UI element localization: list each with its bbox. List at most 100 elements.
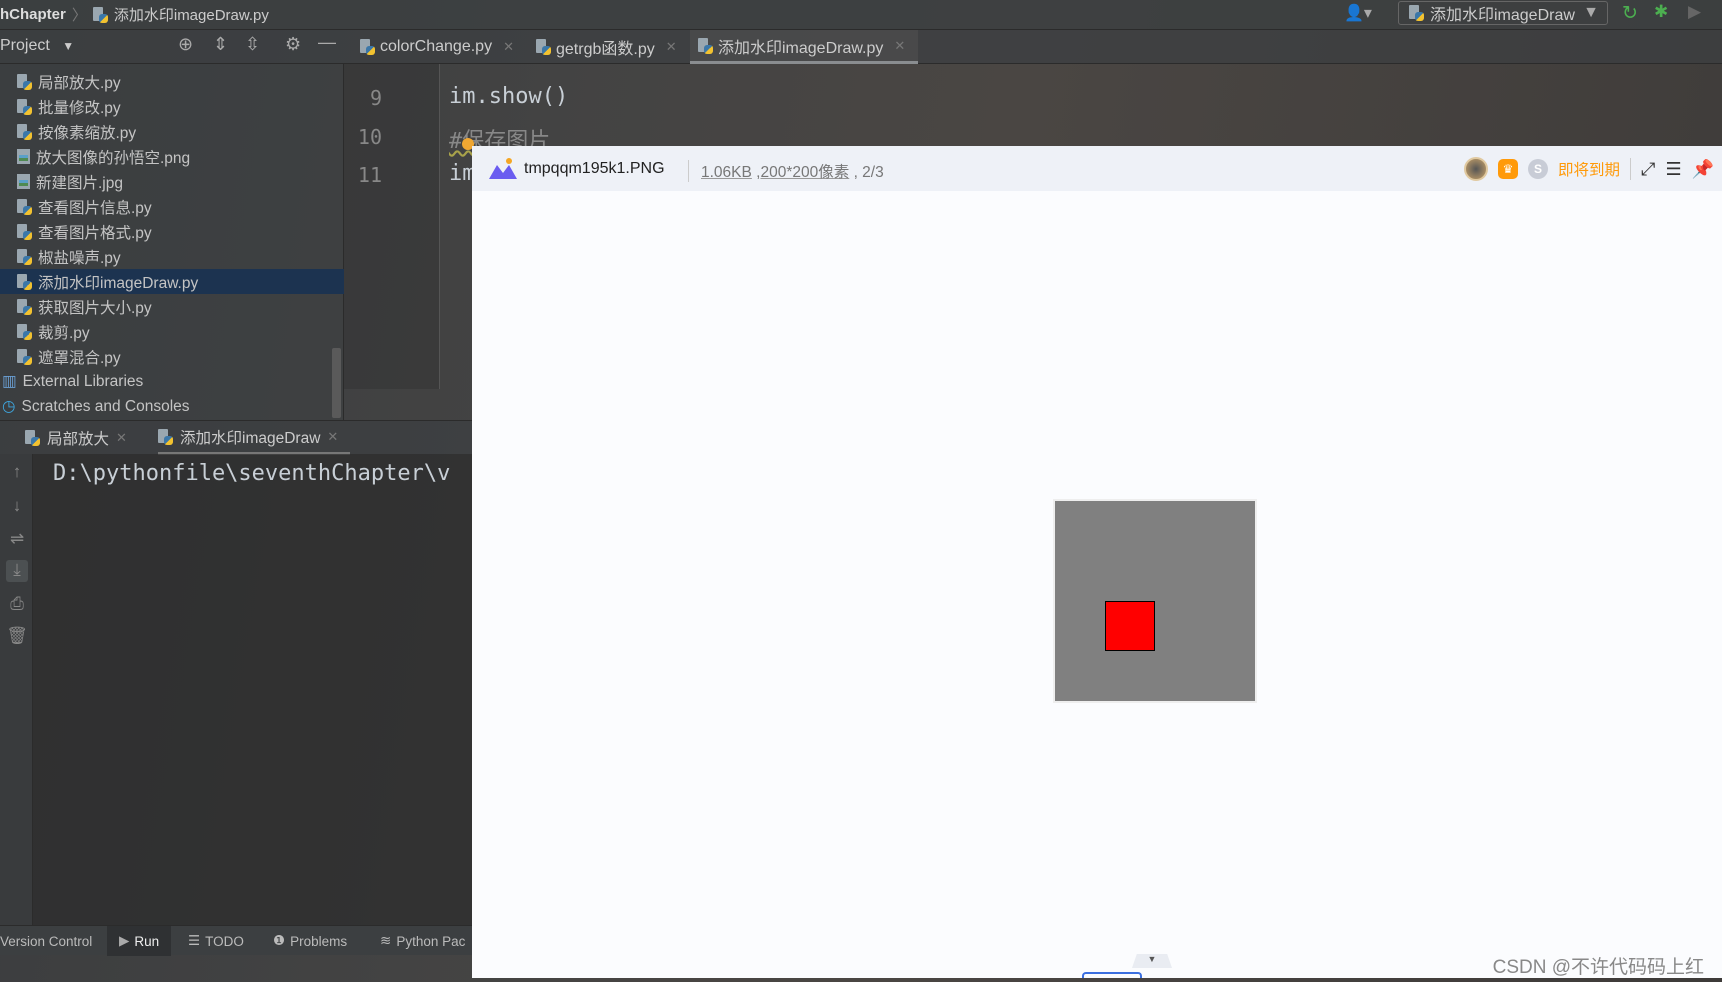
file-name: 遮罩混合.py	[38, 349, 121, 367]
tree-file[interactable]: 查看图片格式.py	[0, 219, 344, 244]
status-bar: Version Control ▶ Run ☰ TODO ❶ Problems ≋ Py…	[0, 925, 472, 956]
avatar[interactable]	[1464, 157, 1489, 181]
tree-file[interactable]: 按像素缩放.py	[0, 119, 344, 144]
editor-tab-bar: Project ▼ ⊕ ⇕ ⇳ ⚙ — colorChange.py ✕ getr…	[0, 30, 1722, 64]
tree-scratches[interactable]: ◷ Scratches and Consoles	[0, 394, 344, 419]
todo-tab[interactable]: ☰ TODO	[188, 926, 244, 956]
image-file-icon	[17, 149, 30, 164]
menu-icon[interactable]: ☰	[1665, 159, 1681, 180]
tree-file[interactable]: 获取图片大小.py	[0, 294, 344, 319]
tree-file[interactable]: 椒盐噪声.py	[0, 244, 344, 269]
tree-external-libraries[interactable]: ▥ External Libraries	[0, 369, 344, 394]
tab-label: 添加水印imageDraw.py	[718, 39, 884, 57]
gear-icon[interactable]: ⚙	[285, 34, 301, 55]
pin-icon[interactable]: 📌	[1692, 159, 1714, 180]
python-icon	[158, 428, 173, 445]
line-number: 10	[357, 125, 382, 149]
coverage-icon[interactable]: ▶	[1688, 2, 1701, 22]
arrow-down-icon[interactable]: ↓	[6, 496, 28, 518]
run-config-label: 添加水印imageDraw	[1430, 7, 1575, 24]
locate-icon[interactable]: ⊕	[178, 34, 193, 55]
python-file-icon	[92, 6, 108, 23]
rerun-icon[interactable]: ↻	[1622, 2, 1638, 25]
tree-file[interactable]: 遮罩混合.py	[0, 344, 344, 369]
thumbnail-toggle[interactable]: ▼	[1132, 954, 1172, 968]
tree-file[interactable]: 查看图片信息.py	[0, 194, 344, 219]
expiry-label[interactable]: 即将到期	[1558, 158, 1632, 180]
minimize-icon[interactable]: —	[318, 32, 336, 53]
python-file-icon	[17, 248, 32, 265]
breadcrumb-project[interactable]: hChapter	[0, 6, 66, 23]
image-index: , 2/3	[853, 164, 884, 181]
tab-label: 局部放大	[47, 431, 110, 448]
project-panel-header[interactable]: Project ▼	[0, 37, 74, 55]
user-icon[interactable]: 👤▾	[1344, 3, 1372, 23]
python-file-icon	[17, 298, 32, 315]
close-icon[interactable]: ✕	[327, 429, 338, 445]
console-output[interactable]	[0, 454, 472, 925]
close-icon[interactable]: ✕	[666, 39, 677, 55]
tree-scrollbar[interactable]	[332, 348, 341, 418]
csdn-watermark: CSDN @不许代码码上红	[1492, 957, 1704, 978]
run-tab-局部放大[interactable]: 局部放大 ✕	[25, 421, 127, 455]
python-file-icon	[17, 273, 32, 290]
s-badge-icon[interactable]: S	[1528, 159, 1549, 179]
status-label: Version Control	[0, 933, 93, 949]
python-file-icon	[360, 39, 375, 55]
title-bar: hChapter 〉 添加水印imageDraw.py 👤▾ 添加水印imageD…	[0, 0, 1722, 30]
fullscreen-icon[interactable]: ⤢	[1641, 159, 1655, 180]
tab-colorchange[interactable]: colorChange.py ✕	[352, 30, 522, 64]
arrow-up-icon[interactable]: ↑	[6, 462, 28, 484]
version-control-tab[interactable]: Version Control	[0, 926, 92, 956]
file-name: 放大图像的孙悟空.png	[36, 149, 191, 167]
image-info: 1.06KB ,200*200像素 , 2/3	[688, 160, 884, 182]
tree-label: External Libraries	[22, 372, 144, 390]
python-file-icon	[698, 37, 713, 54]
tree-file[interactable]: 裁剪.py	[0, 319, 344, 344]
tree-file[interactable]: 批量修改.py	[0, 94, 344, 119]
file-name: 按像素缩放.py	[38, 124, 137, 142]
python-file-icon	[17, 98, 32, 115]
close-icon[interactable]: ✕	[503, 39, 514, 55]
python-icon	[1409, 5, 1424, 21]
breadcrumb-file[interactable]: 添加水印imageDraw.py	[114, 4, 269, 25]
problems-tab[interactable]: ❶ Problems	[273, 926, 347, 956]
scroll-to-end-icon[interactable]: ⤓	[6, 560, 28, 582]
viewer-logo-icon	[489, 158, 517, 179]
status-label: Problems	[290, 933, 348, 949]
code-line[interactable]: im.show()	[449, 84, 568, 109]
file-name: 局部放大.py	[38, 74, 121, 92]
debug-bug-icon[interactable]: ✱	[1654, 2, 1668, 22]
tree-file[interactable]: 添加水印imageDraw.py	[0, 269, 344, 294]
chevron-down-icon: ▼	[1583, 4, 1599, 21]
python-file-icon	[17, 323, 32, 340]
collapse-all-icon[interactable]: ⇳	[245, 34, 260, 55]
python-packages-tab[interactable]: ≋ Python Pac	[380, 926, 465, 956]
close-icon[interactable]: ✕	[116, 430, 127, 446]
expand-all-icon[interactable]: ⇕	[213, 34, 228, 55]
crown-icon[interactable]: ♛	[1498, 159, 1519, 179]
info-icon: ❶	[273, 933, 286, 948]
python-file-icon	[536, 39, 551, 55]
soft-wrap-icon[interactable]: ⇌	[6, 529, 28, 551]
python-file-icon	[17, 73, 32, 90]
status-label: Run	[134, 933, 160, 949]
file-name: 椒盐噪声.py	[38, 249, 121, 267]
displayed-image	[1053, 499, 1257, 703]
breadcrumb: hChapter 〉 添加水印imageDraw.py	[0, 4, 269, 25]
run-tab[interactable]: ▶ Run	[107, 926, 172, 956]
tab-imagedraw[interactable]: 添加水印imageDraw.py ✕	[690, 30, 918, 64]
run-config-select[interactable]: 添加水印imageDraw ▼	[1398, 1, 1608, 25]
file-size[interactable]: 1.06KB	[701, 164, 752, 181]
tree-file[interactable]: 局部放大.py	[0, 69, 344, 94]
tree-file[interactable]: 放大图像的孙悟空.png	[0, 144, 344, 169]
tree-file[interactable]: 新建图片.jpg	[0, 169, 344, 194]
close-icon[interactable]: ✕	[894, 38, 905, 54]
run-tab-imagedraw[interactable]: 添加水印imageDraw ✕	[158, 421, 351, 455]
image-dimensions[interactable]: 200*200像素	[760, 164, 849, 181]
thumbnail-indicator[interactable]	[1082, 972, 1142, 978]
tab-getrgb[interactable]: getrgb函数.py ✕	[528, 30, 685, 64]
file-name: 添加水印imageDraw.py	[38, 274, 199, 292]
trash-icon[interactable]: 🗑	[6, 626, 28, 648]
print-icon[interactable]: ⎙	[6, 594, 28, 616]
